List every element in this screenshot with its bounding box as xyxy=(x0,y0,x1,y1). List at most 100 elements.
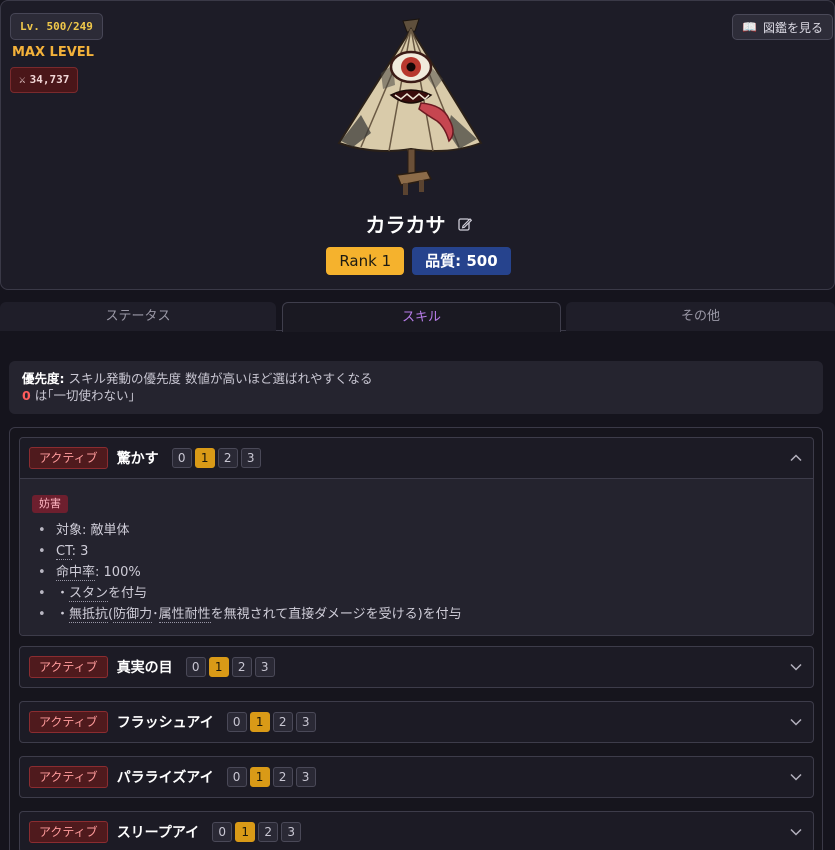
priority-selector: 0 1 2 3 xyxy=(171,448,261,468)
priority-option-2[interactable]: 2 xyxy=(272,712,293,732)
skill-header[interactable]: アクティブ フラッシュアイ 0 1 2 3 xyxy=(20,702,813,742)
name-row: カラカサ xyxy=(1,209,834,238)
chevron-down-icon[interactable] xyxy=(789,715,803,729)
priority-option-2[interactable]: 2 xyxy=(217,448,238,468)
priority-option-3[interactable]: 3 xyxy=(281,822,302,842)
skill-name: フラッシュアイ xyxy=(116,715,214,731)
effect-ct-value: 3 xyxy=(80,544,89,559)
skill-type-badge: アクティブ xyxy=(29,447,108,469)
effect-noresist-prefix: ・ xyxy=(56,607,70,622)
skill-header[interactable]: アクティブ パラライズアイ 0 1 2 3 xyxy=(20,757,813,797)
effect-ct-label: CT xyxy=(56,544,72,560)
priority-option-0[interactable]: 0 xyxy=(185,657,206,677)
skill-item: アクティブ 真実の目 0 1 2 3 xyxy=(19,646,814,688)
skill-details: 妨害 対象: 敵単体 CT: 3 命中率: 100% ・スタンを付与 ・無抵抗(… xyxy=(20,478,813,635)
effect-no-resist: ・無抵抗(防御力･属性耐性を無視されて直接ダメージを受ける)を付与 xyxy=(32,604,801,625)
effect-hit-value: 100% xyxy=(103,565,141,580)
encyclopedia-button[interactable]: 📖 図鑑を見る xyxy=(732,14,833,40)
rank-badge: Rank 1 xyxy=(326,247,405,275)
priority-option-2[interactable]: 2 xyxy=(231,657,252,677)
priority-selector: 0 1 2 3 xyxy=(226,712,316,732)
skill-item: アクティブ スリープアイ 0 1 2 3 xyxy=(19,811,814,850)
chevron-down-icon[interactable] xyxy=(789,660,803,674)
skill-header[interactable]: アクティブ 驚かす 0 1 2 3 xyxy=(20,438,813,478)
skill-type-badge: アクティブ xyxy=(29,766,108,788)
chevron-down-icon[interactable] xyxy=(789,825,803,839)
max-level-label: MAX LEVEL xyxy=(12,45,94,60)
skill-header[interactable]: アクティブ 真実の目 0 1 2 3 xyxy=(20,647,813,687)
skills-panel: アクティブ 驚かす 0 1 2 3 妨害 対象: 敵単体 CT: 3 xyxy=(9,427,823,850)
effect-target-value: 敵単体 xyxy=(90,523,130,538)
effect-stun: ・スタンを付与 xyxy=(32,583,801,604)
priority-selector: 0 1 2 3 xyxy=(226,767,316,787)
priority-info-line1: 優先度: スキル発動の優先度 数値が高いほど選ばれやすくなる xyxy=(22,370,810,387)
priority-option-0[interactable]: 0 xyxy=(226,767,247,787)
skill-header[interactable]: アクティブ スリープアイ 0 1 2 3 xyxy=(20,812,813,850)
priority-option-1[interactable]: 1 xyxy=(194,448,215,468)
priority-option-0[interactable]: 0 xyxy=(171,448,192,468)
priority-description: スキル発動の優先度 数値が高いほど選ばれやすくなる xyxy=(68,371,373,386)
effect-middot: ･ xyxy=(152,607,159,622)
priority-selector: 0 1 2 3 xyxy=(212,822,302,842)
effect-noresist-name: 無抵抗 xyxy=(69,607,109,623)
skill-type-badge: アクティブ xyxy=(29,711,108,733)
priority-option-0[interactable]: 0 xyxy=(212,822,233,842)
effect-hit-label: 命中率 xyxy=(56,565,96,581)
book-icon: 📖 xyxy=(742,20,757,34)
priority-option-1[interactable]: 1 xyxy=(208,657,229,677)
skill-name: パラライズアイ xyxy=(116,770,214,786)
level-badge: Lv. 500/249 xyxy=(10,13,103,40)
skill-item: アクティブ パラライズアイ 0 1 2 3 xyxy=(19,756,814,798)
effect-noresist-suffix: を無視されて直接ダメージを受ける)を付与 xyxy=(210,607,462,622)
effect-ct: CT: 3 xyxy=(32,541,801,562)
tab-skills[interactable]: スキル xyxy=(282,302,561,332)
priority-label: 優先度: xyxy=(22,371,65,386)
effect-target-label: 対象 xyxy=(56,523,83,538)
chevron-up-icon[interactable] xyxy=(789,451,803,465)
priority-info-line2: 0 は｢一切使わない｣ xyxy=(22,387,810,404)
skill-name: スリープアイ xyxy=(116,825,200,841)
tab-status[interactable]: ステータス xyxy=(0,302,276,331)
skill-type-badge: アクティブ xyxy=(29,821,108,843)
effect-stun-name: スタン xyxy=(69,586,109,602)
skill-name: 真実の目 xyxy=(116,660,173,676)
edit-icon[interactable] xyxy=(457,217,472,231)
effect-attr-resist: 属性耐性 xyxy=(158,607,211,623)
priority-option-3[interactable]: 3 xyxy=(295,712,316,732)
priority-zero-text: は｢一切使わない｣ xyxy=(34,388,135,403)
power-value: 34,737 xyxy=(29,73,70,86)
priority-selector: 0 1 2 3 xyxy=(185,657,275,677)
badge-row: Rank 1 品質: 500 xyxy=(1,247,834,275)
character-name: カラカサ xyxy=(365,213,446,237)
skill-type-badge: アクティブ xyxy=(29,656,108,678)
priority-option-3[interactable]: 3 xyxy=(254,657,275,677)
skill-item: アクティブ 驚かす 0 1 2 3 妨害 対象: 敵単体 CT: 3 xyxy=(19,437,814,636)
effect-stun-suffix: を付与 xyxy=(108,586,148,601)
effect-defense: 防御力 xyxy=(113,607,153,623)
chevron-down-icon[interactable] xyxy=(789,770,803,784)
skill-name: 驚かす xyxy=(116,451,159,467)
priority-option-1[interactable]: 1 xyxy=(249,712,270,732)
effect-hit-rate: 命中率: 100% xyxy=(32,562,801,583)
effect-stun-prefix: ・ xyxy=(56,586,70,601)
tab-bar: ステータス スキル その他 xyxy=(0,302,835,332)
priority-option-2[interactable]: 2 xyxy=(272,767,293,787)
skill-category-tag: 妨害 xyxy=(32,495,68,513)
tab-other[interactable]: その他 xyxy=(566,302,835,331)
skill-item: アクティブ フラッシュアイ 0 1 2 3 xyxy=(19,701,814,743)
priority-option-3[interactable]: 3 xyxy=(295,767,316,787)
swords-icon: ⚔ xyxy=(19,73,26,86)
priority-zero: 0 xyxy=(22,388,31,403)
effect-target: 対象: 敵単体 xyxy=(32,520,801,541)
priority-option-0[interactable]: 0 xyxy=(226,712,247,732)
character-card: Lv. 500/249 MAX LEVEL ⚔ 34,737 📖 図鑑を見る カ… xyxy=(0,0,835,290)
priority-option-2[interactable]: 2 xyxy=(258,822,279,842)
power-badge: ⚔ 34,737 xyxy=(10,67,79,93)
priority-option-1[interactable]: 1 xyxy=(235,822,256,842)
character-portrait xyxy=(337,18,483,195)
priority-info: 優先度: スキル発動の優先度 数値が高いほど選ばれやすくなる 0 は｢一切使わな… xyxy=(9,361,823,414)
skill-effects: 対象: 敵単体 CT: 3 命中率: 100% ・スタンを付与 ・無抵抗(防御力… xyxy=(32,520,801,625)
encyclopedia-button-label: 図鑑を見る xyxy=(762,20,823,35)
priority-option-3[interactable]: 3 xyxy=(240,448,261,468)
priority-option-1[interactable]: 1 xyxy=(249,767,270,787)
